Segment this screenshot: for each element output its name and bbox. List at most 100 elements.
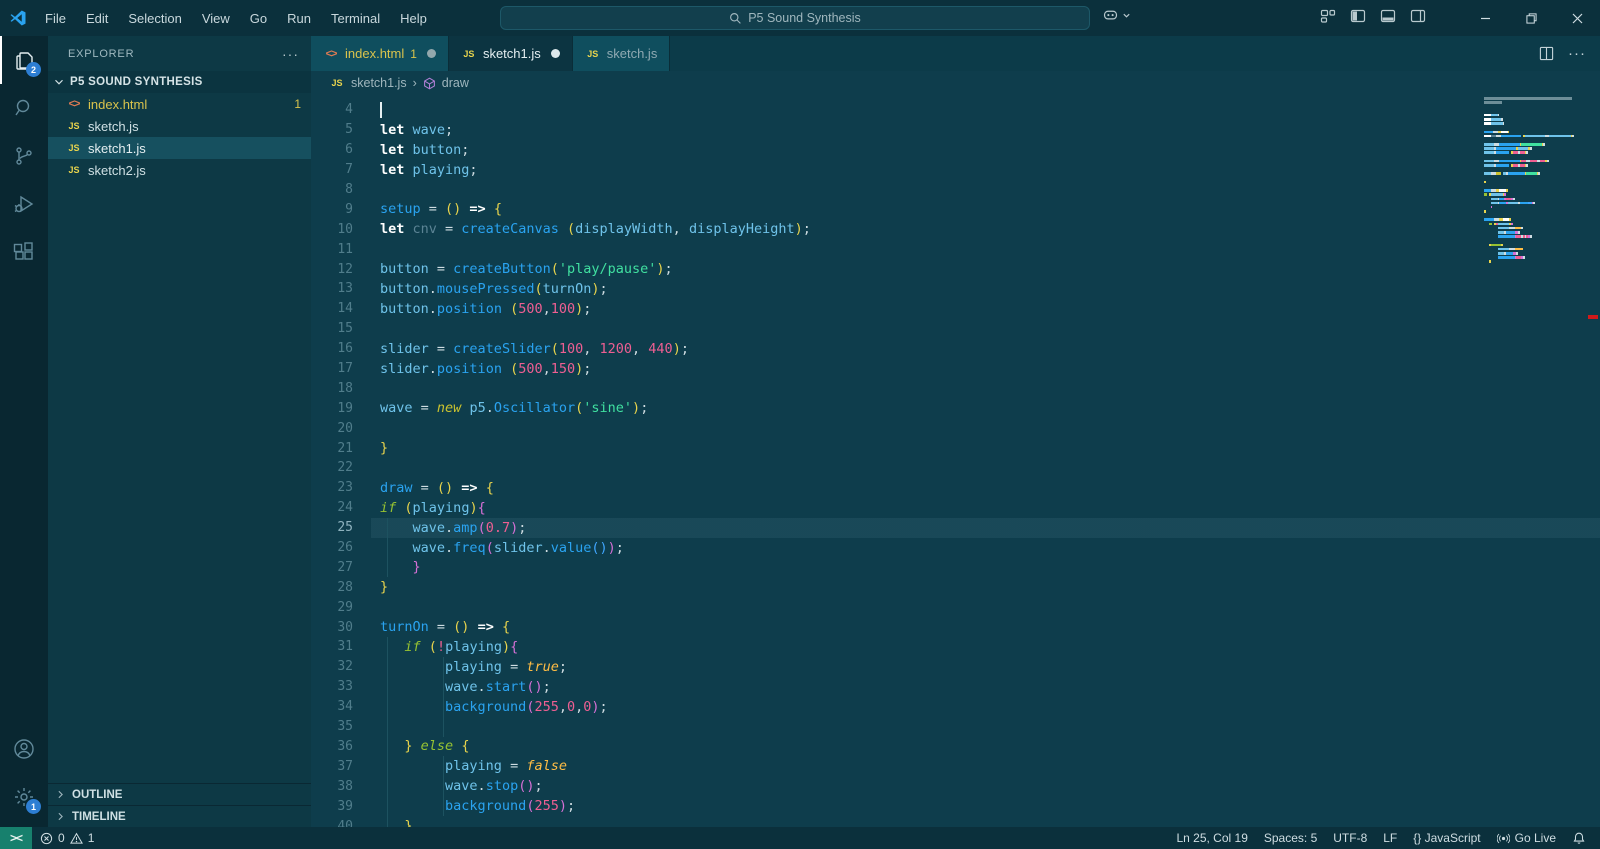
code-line-7[interactable]: 7 let playing; — [311, 160, 1600, 180]
activity-accounts[interactable] — [0, 725, 48, 773]
tab-index.html[interactable]: <> index.html 1 — [311, 36, 449, 71]
file-index.html[interactable]: <> index.html 1 — [48, 93, 311, 115]
copilot-menu[interactable] — [1102, 7, 1131, 24]
code-line-40[interactable]: 40 } — [311, 816, 1600, 827]
code-line-21[interactable]: 21} — [311, 438, 1600, 458]
code-line-16[interactable]: 16 slider = createSlider(100, 1200, 440); — [311, 339, 1600, 359]
indent-guide — [387, 776, 388, 797]
toggle-panel-icon[interactable] — [1380, 8, 1396, 24]
activity-run-debug[interactable] — [0, 180, 48, 228]
menu-selection[interactable]: Selection — [119, 7, 190, 30]
menu-run[interactable]: Run — [278, 7, 320, 30]
customize-layout-icon[interactable] — [1320, 8, 1336, 24]
minimap[interactable] — [1484, 97, 1584, 265]
tab-sketch.js[interactable]: JS sketch.js — [572, 36, 671, 71]
code-line-24[interactable]: 24 if (playing){ — [311, 498, 1600, 518]
activity-source-control[interactable] — [0, 132, 48, 180]
code-line-14[interactable]: 14 button. position (500, 100); — [311, 299, 1600, 319]
activity-settings[interactable]: 1 — [0, 773, 48, 821]
token: createCanvas — [461, 221, 559, 238]
file-sketch2.js[interactable]: JS sketch2.js — [48, 159, 311, 181]
menu-edit[interactable]: Edit — [77, 7, 117, 30]
code-line-20[interactable]: 20 — [311, 418, 1600, 438]
token: wave — [412, 519, 446, 536]
code-line-38[interactable]: 38 wave. stop(); — [311, 776, 1600, 797]
status-spaces-5[interactable]: Spaces: 5 — [1264, 831, 1317, 845]
code-line-12[interactable]: 12 button = createButton('play/pause'); — [311, 259, 1600, 279]
code-line-23[interactable]: 23 draw = () => { — [311, 478, 1600, 498]
menu-help[interactable]: Help — [391, 7, 436, 30]
code-line-6[interactable]: 6 let button; — [311, 140, 1600, 160]
token: ) — [501, 638, 511, 655]
code-line-34[interactable]: 34 background(255, 0, 0); — [311, 696, 1600, 717]
activity-explorer[interactable]: 2 — [0, 36, 48, 84]
remote-indicator[interactable]: >< — [0, 827, 33, 849]
menu-file[interactable]: File — [36, 7, 75, 30]
problems-indicator[interactable]: 0 1 — [32, 831, 102, 845]
explorer-more-actions[interactable]: ··· — [282, 46, 299, 62]
code-line-31[interactable]: 31 if (! playing){ — [311, 637, 1600, 657]
status-go-live[interactable]: Go Live — [1496, 831, 1556, 845]
code-line-37[interactable]: 37 playing = false — [311, 756, 1600, 777]
code-line-39[interactable]: 39 background(255); — [311, 796, 1600, 817]
code-line-15[interactable]: 15 — [311, 319, 1600, 339]
code-editor[interactable]: 4 5 let wave; 6 let button; 7 let playing; 8 9 se… — [311, 95, 1600, 827]
code-line-30[interactable]: 30 turnOn = () => { — [311, 617, 1600, 637]
code-line-11[interactable]: 11 — [311, 239, 1600, 259]
file-sketch.js[interactable]: JS sketch.js — [48, 115, 311, 137]
command-center-search[interactable]: P5 Sound Synthesis — [500, 6, 1090, 30]
code-line-28[interactable]: 28} — [311, 577, 1600, 597]
code-line-9[interactable]: 9 setup = () => { — [311, 199, 1600, 219]
file-sketch1.js[interactable]: JS sketch1.js — [48, 137, 311, 159]
code-line-13[interactable]: 13 button. mousePressed(turnOn); — [311, 279, 1600, 299]
status-bar: >< 0 1 Ln 25, Col 19 Spaces: 5 UTF-8 LF {} J… — [0, 827, 1600, 849]
vscode-logo-icon[interactable] — [0, 9, 36, 27]
breadcrumb-file[interactable]: sketch1.js — [351, 76, 407, 90]
code-line-36[interactable]: 36 } else { — [311, 736, 1600, 757]
restore-button[interactable] — [1508, 0, 1554, 36]
more-actions-icon[interactable]: ··· — [1568, 45, 1586, 62]
code-line-33[interactable]: 33 wave. start(); — [311, 676, 1600, 697]
token: ( — [550, 261, 559, 278]
activity-extensions[interactable] — [0, 228, 48, 276]
toggle-secondary-sidebar-icon[interactable] — [1410, 8, 1426, 24]
code-line-32[interactable]: 32 playing = true; — [311, 656, 1600, 677]
indent-guide — [443, 796, 444, 817]
activity-search[interactable] — [0, 84, 48, 132]
modified-dot[interactable] — [550, 49, 560, 58]
status-utf-8[interactable]: UTF-8 — [1333, 831, 1367, 845]
status--javascript[interactable]: {} JavaScript — [1413, 831, 1480, 845]
panel-outline[interactable]: OUTLINE — [48, 783, 311, 805]
minimize-button[interactable] — [1462, 0, 1508, 36]
status-ln-25-col-19[interactable]: Ln 25, Col 19 — [1176, 831, 1247, 845]
code-line-27[interactable]: 27 } — [311, 557, 1600, 578]
modified-dot[interactable] — [426, 49, 436, 58]
menu-go[interactable]: Go — [241, 7, 276, 30]
close-button[interactable] — [1554, 0, 1600, 36]
menu-terminal[interactable]: Terminal — [322, 7, 389, 30]
workspace-root[interactable]: P5 SOUND SYNTHESIS — [48, 71, 311, 93]
code-line-5[interactable]: 5 let wave; — [311, 120, 1600, 140]
code-line-22[interactable]: 22 — [311, 458, 1600, 478]
token: , — [558, 698, 567, 715]
code-line-35[interactable]: 35 — [311, 716, 1600, 737]
code-line-25[interactable]: 25 wave. amp(0.7); — [311, 517, 1600, 538]
code-line-10[interactable]: 10 let cnv = createCanvas (displayWidth, … — [311, 219, 1600, 239]
code-line-18[interactable]: 18 — [311, 378, 1600, 398]
code-line-26[interactable]: 26 wave. freq(slider. value()); — [311, 537, 1600, 558]
code-line-19[interactable]: 19 wave = new p5. Oscillator('sine'); — [311, 398, 1600, 418]
menu-view[interactable]: View — [193, 7, 239, 30]
token: button — [380, 280, 429, 297]
code-line-8[interactable]: 8 — [311, 180, 1600, 200]
notifications-bell-icon[interactable] — [1572, 831, 1586, 845]
breadcrumb-symbol[interactable]: draw — [442, 76, 469, 90]
code-line-29[interactable]: 29 — [311, 597, 1600, 617]
status-lf[interactable]: LF — [1383, 831, 1397, 845]
split-editor-icon[interactable] — [1539, 46, 1554, 61]
panel-timeline[interactable]: TIMELINE — [48, 805, 311, 827]
toggle-sidebar-icon[interactable] — [1350, 8, 1366, 24]
code-line-17[interactable]: 17 slider. position (500, 150); — [311, 359, 1600, 379]
code-line-4[interactable]: 4 — [311, 100, 1600, 120]
tab-sketch1.js[interactable]: JS sketch1.js — [448, 36, 573, 71]
